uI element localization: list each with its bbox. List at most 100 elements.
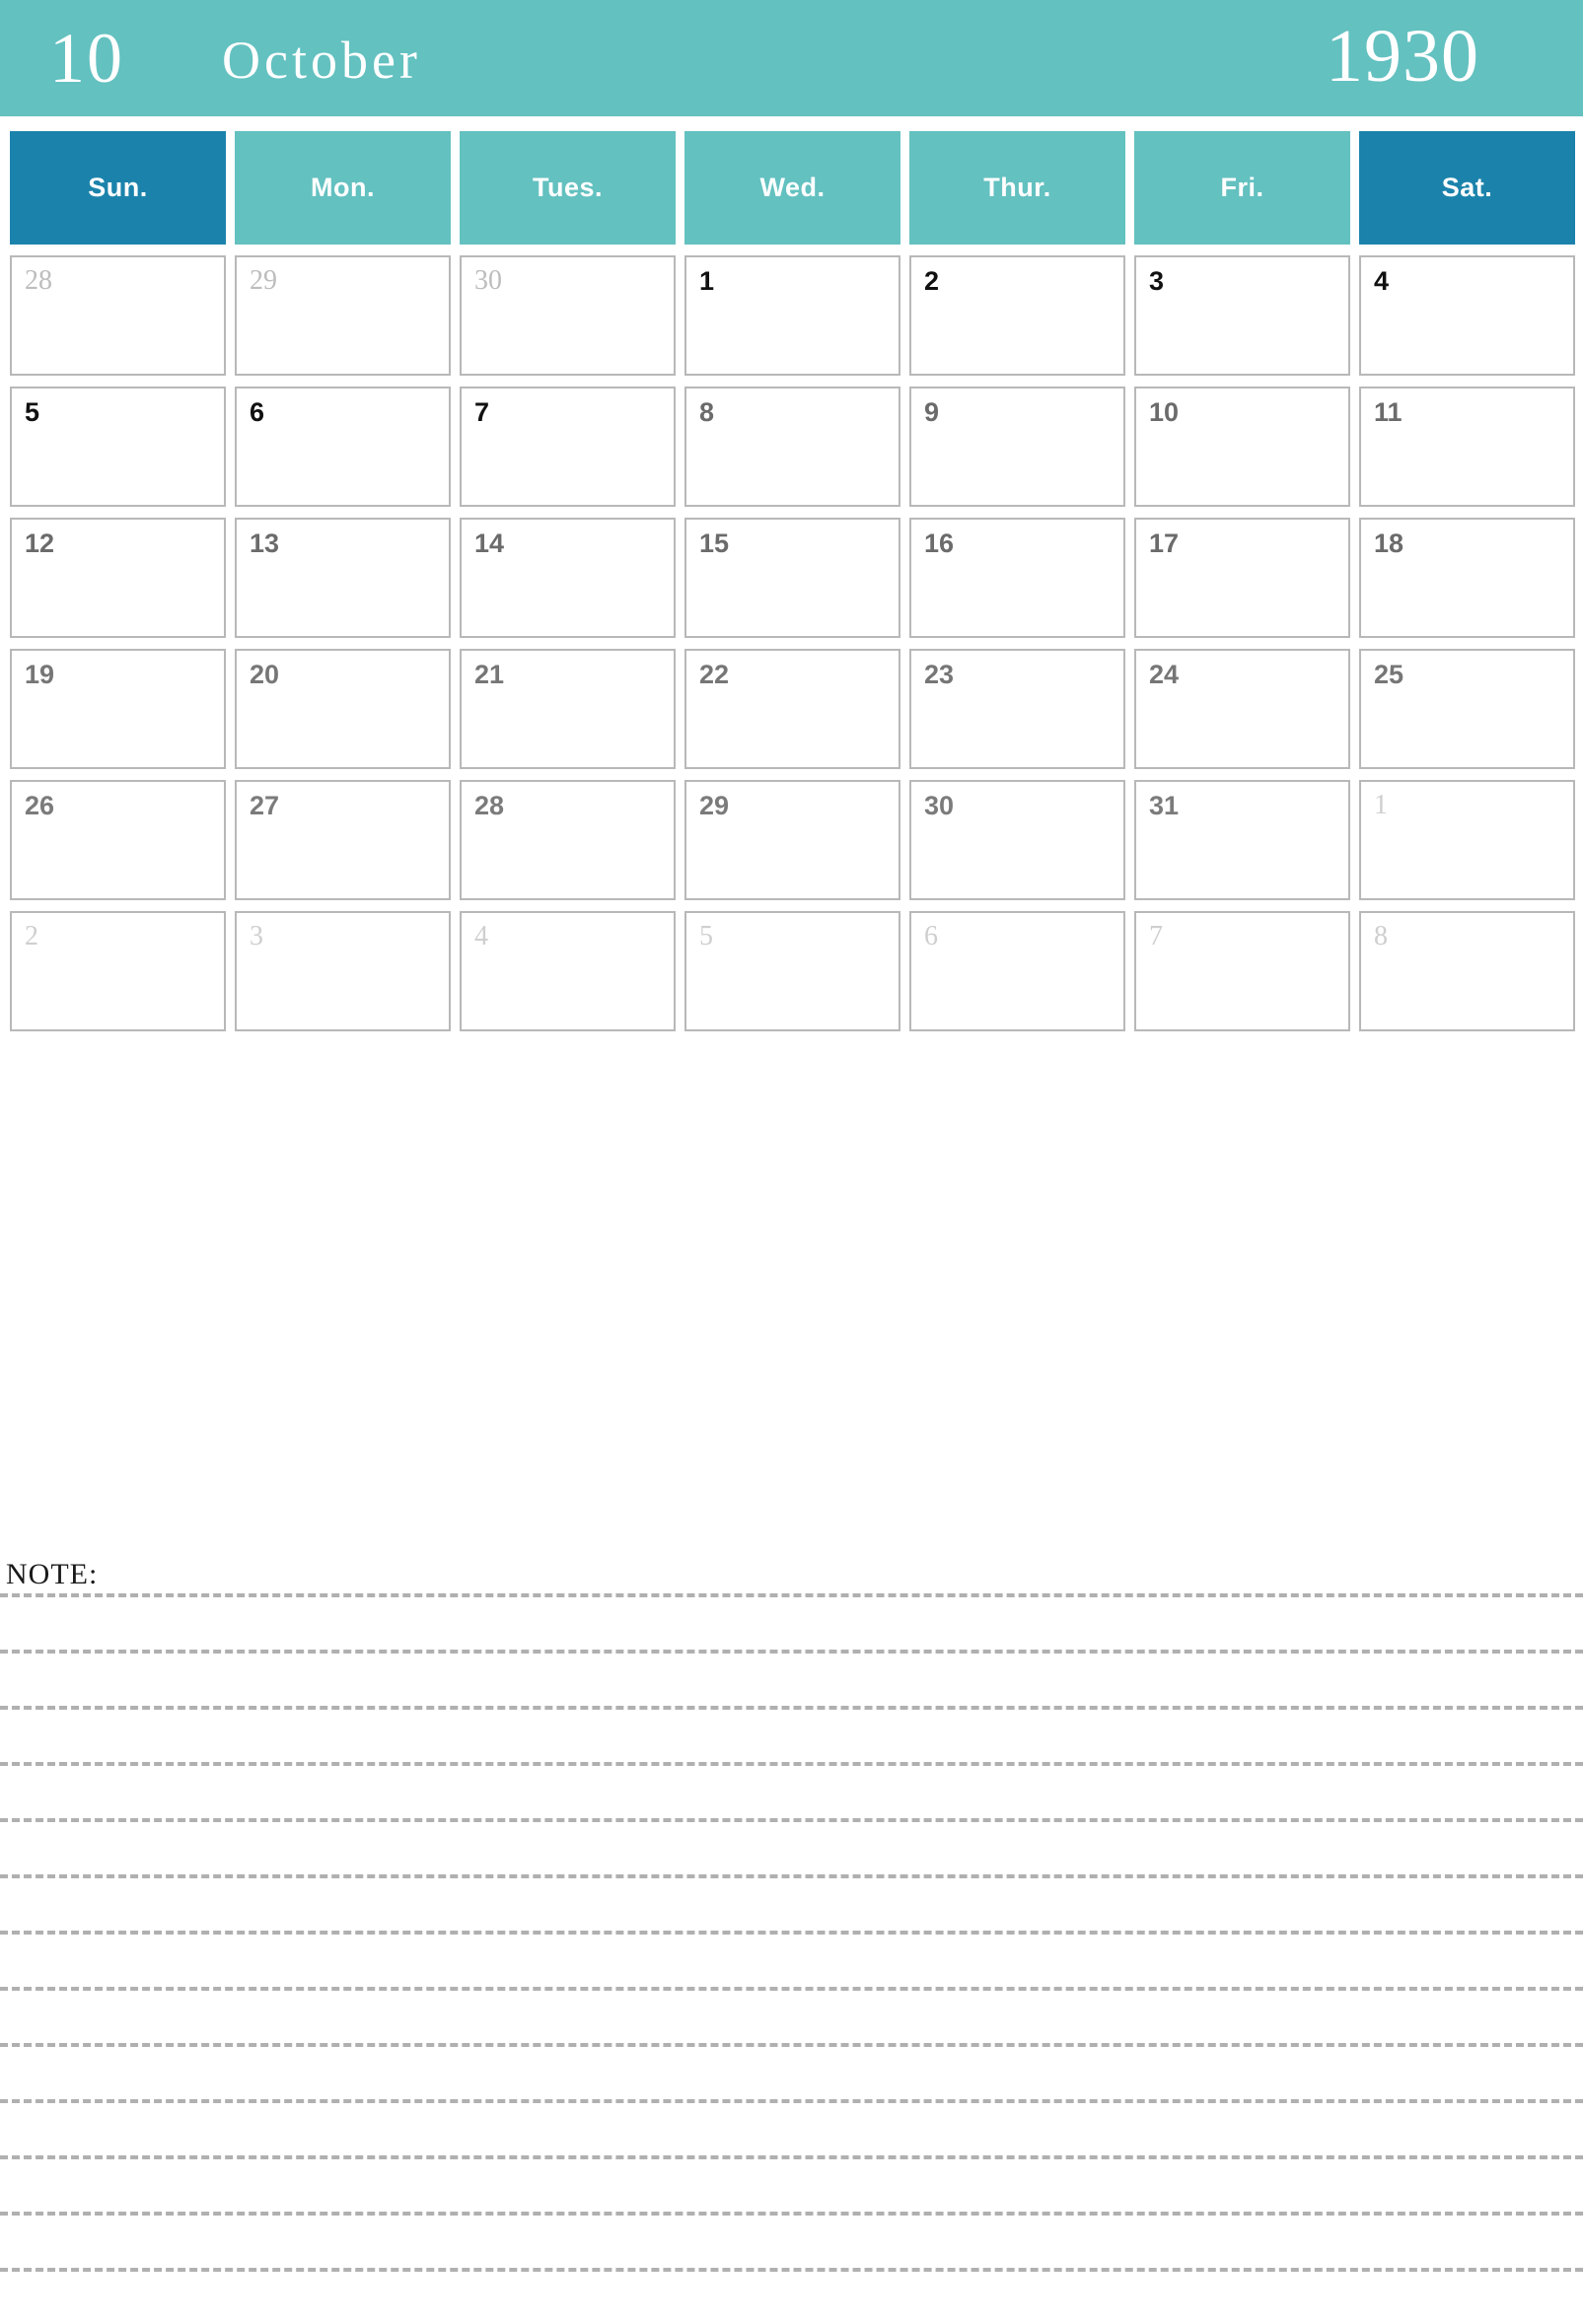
day-cell[interactable]: 29 — [235, 255, 451, 376]
day-number: 5 — [25, 397, 40, 427]
header-month-number: 10 — [49, 19, 124, 98]
day-number: 4 — [1374, 266, 1390, 296]
day-cell[interactable]: 24 — [1134, 649, 1350, 769]
day-number: 1 — [1374, 790, 1388, 820]
week-row: 28 29 30 1 2 3 4 — [10, 255, 1575, 376]
day-cell[interactable]: 7 — [1134, 911, 1350, 1031]
day-cell[interactable]: 6 — [235, 387, 451, 507]
weekday-label: Fri. — [1220, 173, 1264, 202]
day-number: 4 — [474, 921, 488, 951]
note-line[interactable] — [0, 1650, 1583, 1654]
day-cell[interactable]: 4 — [1359, 255, 1575, 376]
weekday-header-thur: Thur. — [909, 131, 1125, 245]
day-number: 20 — [250, 660, 280, 689]
day-cell[interactable]: 14 — [460, 518, 676, 638]
day-number: 22 — [699, 660, 730, 689]
note-line[interactable] — [0, 1762, 1583, 1766]
day-number: 26 — [25, 791, 55, 820]
day-cell[interactable]: 19 — [10, 649, 226, 769]
day-cell[interactable]: 30 — [460, 255, 676, 376]
day-number: 18 — [1374, 528, 1404, 558]
day-cell[interactable]: 26 — [10, 780, 226, 900]
day-cell[interactable]: 3 — [1134, 255, 1350, 376]
day-number: 2 — [25, 921, 38, 951]
day-number: 9 — [924, 397, 940, 427]
day-cell[interactable]: 30 — [909, 780, 1125, 900]
day-cell[interactable]: 12 — [10, 518, 226, 638]
day-number: 10 — [1149, 397, 1180, 427]
day-cell[interactable]: 8 — [1359, 911, 1575, 1031]
day-number: 16 — [924, 528, 955, 558]
day-number: 2 — [924, 266, 940, 296]
weekday-header-mon: Mon. — [235, 131, 451, 245]
note-line[interactable] — [0, 1593, 1583, 1597]
day-cell[interactable]: 20 — [235, 649, 451, 769]
day-cell[interactable]: 25 — [1359, 649, 1575, 769]
day-cell[interactable]: 31 — [1134, 780, 1350, 900]
day-cell[interactable]: 7 — [460, 387, 676, 507]
day-number: 1 — [699, 266, 715, 296]
day-cell[interactable]: 10 — [1134, 387, 1350, 507]
day-cell[interactable]: 4 — [460, 911, 676, 1031]
week-row: 12 13 14 15 16 17 18 — [10, 518, 1575, 638]
day-number: 7 — [474, 397, 490, 427]
note-line[interactable] — [0, 1987, 1583, 1991]
header-year: 1930 — [1326, 15, 1479, 98]
week-row: 19 20 21 22 23 24 25 — [10, 649, 1575, 769]
note-line[interactable] — [0, 1931, 1583, 1935]
note-writing-lines[interactable] — [0, 1593, 1583, 2324]
day-cell[interactable]: 5 — [684, 911, 900, 1031]
day-cell[interactable]: 3 — [235, 911, 451, 1031]
calendar-page: 10 October 1930 Sun. Mon. Tues. Wed. Thu… — [0, 0, 1583, 2290]
day-number: 19 — [25, 660, 55, 689]
day-number: 25 — [1374, 660, 1404, 689]
day-cell[interactable]: 16 — [909, 518, 1125, 638]
day-cell[interactable]: 28 — [460, 780, 676, 900]
note-line[interactable] — [0, 1818, 1583, 1822]
day-cell[interactable]: 23 — [909, 649, 1125, 769]
day-cell[interactable]: 8 — [684, 387, 900, 507]
day-number: 3 — [250, 921, 263, 951]
note-line[interactable] — [0, 2099, 1583, 2103]
day-cell[interactable]: 29 — [684, 780, 900, 900]
day-number: 30 — [474, 265, 502, 296]
day-cell[interactable]: 15 — [684, 518, 900, 638]
day-cell[interactable]: 1 — [1359, 780, 1575, 900]
week-row: 5 6 7 8 9 10 11 — [10, 387, 1575, 507]
day-cell[interactable]: 17 — [1134, 518, 1350, 638]
day-cell[interactable]: 2 — [10, 911, 226, 1031]
note-line[interactable] — [0, 1706, 1583, 1710]
note-line[interactable] — [0, 2043, 1583, 2047]
day-number: 29 — [699, 791, 730, 820]
weekday-header-tues: Tues. — [460, 131, 676, 245]
day-cell[interactable]: 6 — [909, 911, 1125, 1031]
week-row: 26 27 28 29 30 31 1 — [10, 780, 1575, 900]
calendar-grid: Sun. Mon. Tues. Wed. Thur. Fri. Sat. 28 — [10, 131, 1575, 1042]
day-cell[interactable]: 27 — [235, 780, 451, 900]
day-number: 8 — [1374, 921, 1388, 951]
note-line[interactable] — [0, 1874, 1583, 1878]
day-cell[interactable]: 9 — [909, 387, 1125, 507]
weekday-label: Sat. — [1441, 173, 1493, 202]
day-cell[interactable]: 5 — [10, 387, 226, 507]
day-number: 6 — [250, 397, 265, 427]
note-line[interactable] — [0, 2155, 1583, 2159]
day-number: 6 — [924, 921, 938, 951]
day-cell[interactable]: 28 — [10, 255, 226, 376]
day-number: 27 — [250, 791, 280, 820]
day-cell[interactable]: 22 — [684, 649, 900, 769]
note-line[interactable] — [0, 2212, 1583, 2216]
day-number: 28 — [25, 265, 52, 296]
weekday-label: Thur. — [983, 173, 1051, 202]
day-number: 8 — [699, 397, 715, 427]
day-cell[interactable]: 18 — [1359, 518, 1575, 638]
day-cell[interactable]: 2 — [909, 255, 1125, 376]
day-number: 29 — [250, 265, 277, 296]
day-number: 24 — [1149, 660, 1180, 689]
day-cell[interactable]: 1 — [684, 255, 900, 376]
day-cell[interactable]: 21 — [460, 649, 676, 769]
weekday-label: Tues. — [532, 173, 603, 202]
day-cell[interactable]: 11 — [1359, 387, 1575, 507]
note-line[interactable] — [0, 2268, 1583, 2272]
day-cell[interactable]: 13 — [235, 518, 451, 638]
